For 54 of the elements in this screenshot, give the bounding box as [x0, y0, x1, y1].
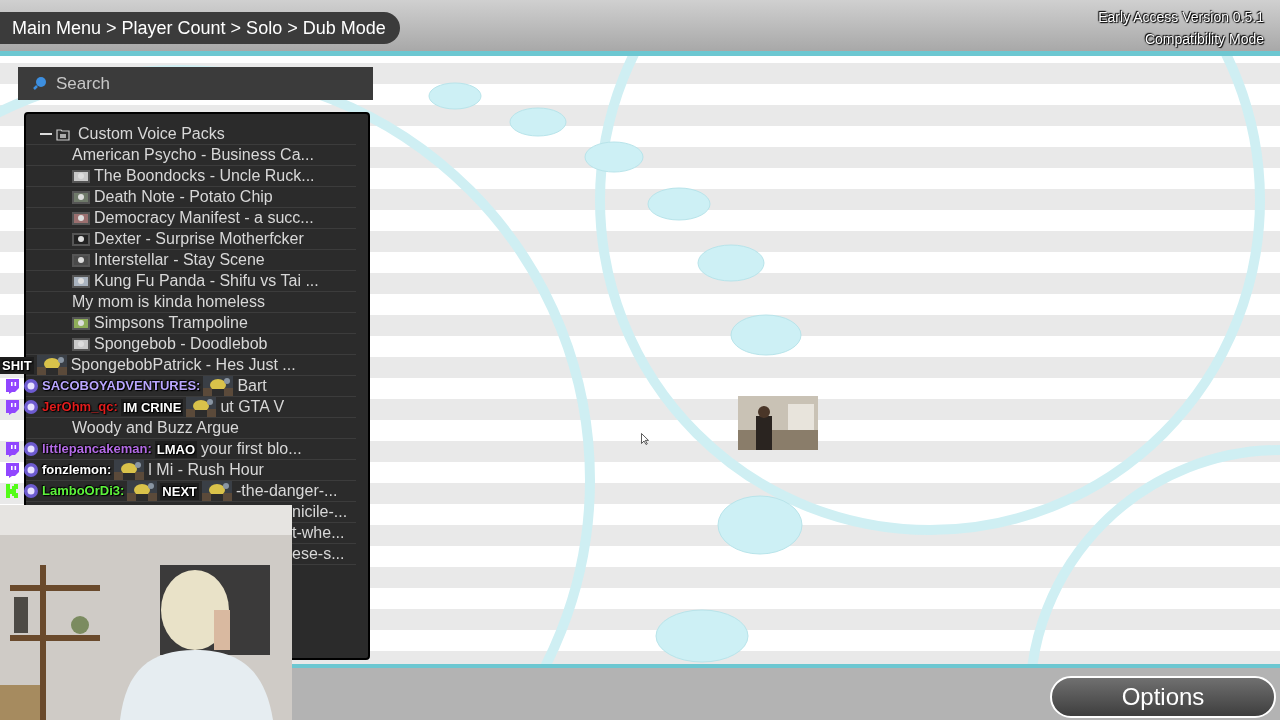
voice-pack-item[interactable]: Death Note - Potato Chip [94, 185, 273, 209]
version-label: Early Access Version 0.5.1 [1098, 8, 1264, 28]
twitch-icon [4, 462, 20, 478]
voice-pack-item[interactable]: Kung Fu Panda - Shifu vs Tai ... [94, 269, 319, 293]
badge-icon [23, 483, 39, 499]
chat-text: IM CRINE [120, 398, 184, 416]
note-marker [584, 141, 644, 173]
note-marker [647, 187, 711, 221]
note-marker [509, 107, 567, 137]
breadcrumb: Main Menu > Player Count > Solo > Dub Mode [0, 12, 400, 44]
voice-pack-item[interactable]: My mom is kinda homeless [72, 290, 265, 314]
voice-pack-item[interactable]: l Mi - Rush Hour [148, 458, 264, 482]
voice-pack-item[interactable]: -the-danger-... [236, 479, 338, 503]
folder-icon [56, 127, 70, 141]
voice-pack-item[interactable]: American Psycho - Business Ca... [72, 143, 314, 167]
badge-icon [23, 378, 39, 394]
voice-pack-item[interactable]: Simpsons Trampoline [94, 311, 248, 335]
mode-label: Compatibility Mode [1144, 30, 1264, 50]
voice-pack-item[interactable]: nicile-... [292, 500, 348, 524]
badge-icon [23, 441, 39, 457]
twitch-icon [4, 378, 20, 394]
chat-username: littlepancakeman: [42, 440, 152, 459]
search-field[interactable]: Search [18, 67, 373, 100]
voice-pack-item[interactable]: ut GTA V [220, 395, 285, 419]
voice-pack-item[interactable]: Bart [237, 374, 267, 398]
twitch-icon [4, 399, 20, 415]
voice-pack-item[interactable]: Woody and Buzz Argue [72, 416, 239, 440]
kick-icon [4, 483, 20, 499]
voice-pack-item[interactable]: Dexter - Surprise Motherfcker [94, 227, 304, 251]
voice-pack-item[interactable]: The Boondocks - Uncle Ruck... [94, 164, 315, 188]
voice-pack-item[interactable]: your first blo... [201, 437, 302, 461]
folder-label[interactable]: Custom Voice Packs [78, 122, 225, 146]
chat-username: fonzlemon: [42, 461, 112, 480]
chat-text: LMAO [154, 440, 198, 458]
note-marker [428, 82, 482, 110]
badge-icon [23, 399, 39, 415]
voice-pack-item[interactable]: Democracy Manifest - a succ... [94, 206, 314, 230]
options-button[interactable]: Options [1050, 676, 1276, 718]
note-marker [730, 314, 802, 356]
chat-text: SHIT [0, 356, 34, 374]
voice-pack-item[interactable]: Spongebob - Doodlebob [94, 332, 268, 356]
twitch-icon [4, 441, 20, 457]
chat-username: JerOhm_qc: [42, 398, 118, 417]
cursor-icon [641, 433, 649, 445]
note-marker [697, 244, 765, 282]
badge-icon [23, 462, 39, 478]
search-icon [32, 75, 48, 91]
chat-text: NEXT [160, 482, 199, 500]
chat-username: SACOBOYADVENTURES: [42, 377, 201, 396]
voice-pack-item[interactable]: Interstellar - Stay Scene [94, 248, 265, 272]
voice-pack-item[interactable]: SpongebobPatrick - Hes Just ... [70, 353, 296, 377]
voice-pack-item[interactable]: t-whe... [292, 521, 345, 545]
voice-pack-item[interactable]: ese-s... [292, 542, 345, 566]
chat-username: LamboOrDi3: [42, 482, 125, 501]
